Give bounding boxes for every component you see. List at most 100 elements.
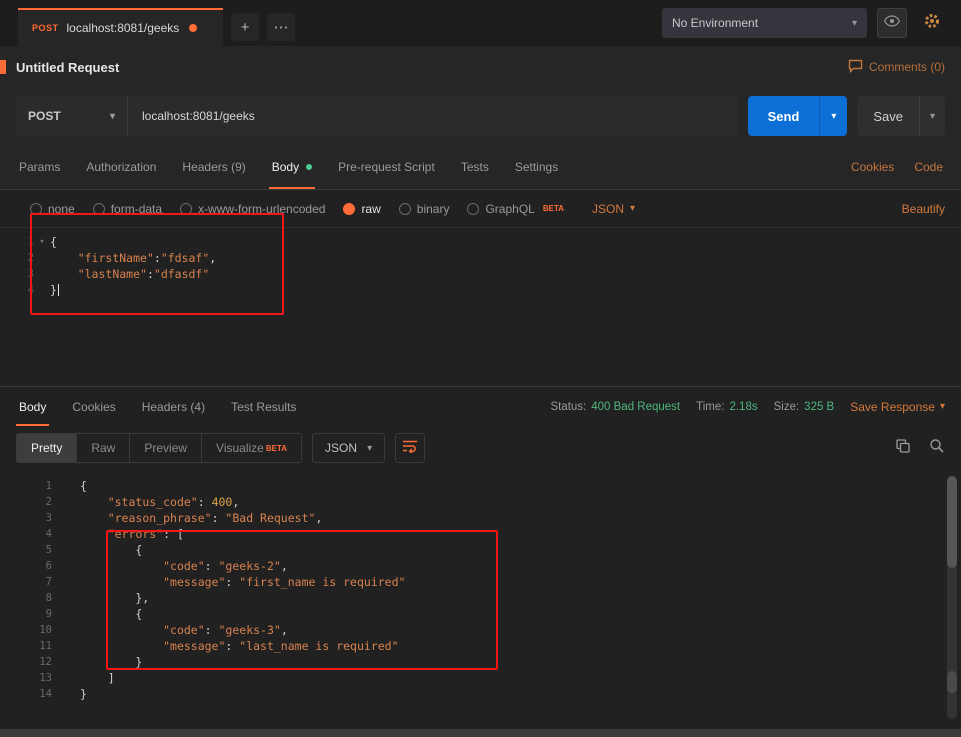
bodytype-urlencoded-label: x-www-form-urlencoded xyxy=(198,202,325,216)
code-line: 11 "message": "last_name is required" xyxy=(0,638,961,654)
save-options-button[interactable]: ▾ xyxy=(919,96,945,136)
search-response-button[interactable] xyxy=(929,438,945,459)
topbar-right-controls: No Environment ▾ xyxy=(662,0,961,46)
response-body-editor[interactable]: 1{2 "status_code": 400,3 "reason_phrase"… xyxy=(0,470,961,729)
response-tab-body[interactable]: Body xyxy=(6,387,59,426)
status-label: Status: xyxy=(550,401,586,413)
line-number: 7 xyxy=(0,574,52,590)
bodytype-binary-label: binary xyxy=(417,202,450,216)
code-line: 4 "errors": [ xyxy=(0,526,961,542)
response-tabs: Body Cookies Headers (4) Test Results xyxy=(6,387,309,426)
code-line: 5 { xyxy=(0,542,961,558)
request-title[interactable]: Untitled Request xyxy=(16,60,119,75)
gear-icon xyxy=(923,12,941,35)
code-line: 1▾{ xyxy=(0,234,961,250)
tab-body[interactable]: Body xyxy=(259,144,325,189)
comments-label: Comments (0) xyxy=(869,60,945,74)
view-raw-button[interactable]: Raw xyxy=(77,434,130,462)
time-badge: Time: 2.18s xyxy=(696,401,757,413)
bodytype-none-radio[interactable]: none xyxy=(30,202,75,216)
save-response-button[interactable]: Save Response ▾ xyxy=(850,400,945,414)
response-tab-headers[interactable]: Headers (4) xyxy=(129,387,218,426)
save-response-label: Save Response xyxy=(850,400,935,414)
code-line: 6 "code": "geeks-2", xyxy=(0,558,961,574)
send-options-button[interactable]: ▾ xyxy=(819,96,847,136)
tab-headers[interactable]: Headers (9) xyxy=(169,144,258,189)
code-text: "code": "geeks-3", xyxy=(52,622,288,638)
code-text: } xyxy=(50,282,59,298)
scrollbar-thumb[interactable] xyxy=(947,476,957,568)
view-pretty-button[interactable]: Pretty xyxy=(17,434,77,462)
bodytype-raw-label: raw xyxy=(361,202,380,216)
response-toolbar: Pretty Raw Preview Visualize BETA JSON ▾ xyxy=(0,426,961,470)
send-button[interactable]: Send xyxy=(748,96,820,136)
url-input[interactable] xyxy=(128,109,738,123)
radio-icon xyxy=(399,203,411,215)
bodytype-raw-radio[interactable]: raw xyxy=(343,202,380,216)
code-text: { xyxy=(52,606,142,622)
tab-body-label: Body xyxy=(272,160,299,174)
raw-language-selector[interactable]: JSON ▾ xyxy=(592,202,635,216)
tab-tests[interactable]: Tests xyxy=(448,144,502,189)
bodytype-form-data-radio[interactable]: form-data xyxy=(93,202,162,216)
radio-selected-icon xyxy=(343,203,355,215)
code-text: } xyxy=(52,654,142,670)
chevron-down-icon: ▾ xyxy=(940,401,945,412)
text-cursor xyxy=(58,284,59,296)
environment-label: No Environment xyxy=(672,16,758,30)
body-type-bar: none form-data x-www-form-urlencoded raw… xyxy=(0,190,961,228)
bodytype-binary-radio[interactable]: binary xyxy=(399,202,450,216)
code-line: 14} xyxy=(0,686,961,702)
beautify-link[interactable]: Beautify xyxy=(902,202,945,216)
request-url-bar: POST ▾ Send ▾ Save ▾ xyxy=(0,88,961,144)
save-button[interactable]: Save xyxy=(857,96,919,136)
settings-button[interactable] xyxy=(917,8,947,38)
size-value: 325 B xyxy=(804,401,834,413)
environment-selector[interactable]: No Environment ▾ xyxy=(662,8,867,38)
radio-icon xyxy=(467,203,479,215)
copy-response-button[interactable] xyxy=(895,438,911,459)
wrap-lines-button[interactable] xyxy=(395,433,425,463)
response-language-label: JSON xyxy=(325,441,357,455)
line-number: 3 xyxy=(0,266,34,282)
response-scrollbar[interactable] xyxy=(947,476,957,719)
view-preview-button[interactable]: Preview xyxy=(130,434,202,462)
tab-settings[interactable]: Settings xyxy=(502,144,571,189)
copy-icon xyxy=(895,438,911,459)
response-meta: Status: 400 Bad Request Time: 2.18s Size… xyxy=(550,400,945,414)
code-text: "message": "last_name is required" xyxy=(52,638,399,654)
bodytype-urlencoded-radio[interactable]: x-www-form-urlencoded xyxy=(180,202,325,216)
code-line: 3 "lastName":"dfasdf" xyxy=(0,266,961,282)
response-tab-cookies[interactable]: Cookies xyxy=(59,387,128,426)
line-number: 1 xyxy=(0,478,52,494)
code-text: "errors": [ xyxy=(52,526,184,542)
tab-options-button[interactable]: ⋯ xyxy=(267,13,295,41)
tab-pre-request-script[interactable]: Pre-request Script xyxy=(325,144,448,189)
radio-icon xyxy=(180,203,192,215)
tab-strip: POST localhost:8081/geeks + ⋯ xyxy=(0,0,295,46)
code-line: 13 ] xyxy=(0,670,961,686)
response-language-selector[interactable]: JSON ▾ xyxy=(312,433,385,463)
request-tabs-links: Cookies Code xyxy=(851,144,955,189)
eye-icon xyxy=(884,14,900,32)
tab-params[interactable]: Params xyxy=(6,144,73,189)
response-tab-test-results[interactable]: Test Results xyxy=(218,387,309,426)
cookies-link[interactable]: Cookies xyxy=(851,160,894,174)
request-tab[interactable]: POST localhost:8081/geeks xyxy=(18,8,223,46)
search-icon xyxy=(929,438,945,459)
bodytype-graphql-radio[interactable]: GraphQL BETA xyxy=(467,202,564,216)
line-number: 13 xyxy=(0,670,52,686)
code-link[interactable]: Code xyxy=(914,160,943,174)
environment-quick-look-button[interactable] xyxy=(877,8,907,38)
edge-marker xyxy=(0,60,6,74)
fold-toggle-icon[interactable]: ▾ xyxy=(34,234,50,250)
size-badge: Size: 325 B xyxy=(774,401,835,413)
comments-button[interactable]: Comments (0) xyxy=(848,59,945,76)
method-selector[interactable]: POST ▾ xyxy=(16,96,128,136)
new-tab-button[interactable]: + xyxy=(231,13,259,41)
line-number: 4 xyxy=(0,526,52,542)
tab-authorization[interactable]: Authorization xyxy=(73,144,169,189)
code-line: 9 { xyxy=(0,606,961,622)
view-visualize-button[interactable]: Visualize BETA xyxy=(202,434,301,462)
request-body-editor[interactable]: 1▾{2 "firstName":"fdsaf",3 "lastName":"d… xyxy=(0,228,961,386)
